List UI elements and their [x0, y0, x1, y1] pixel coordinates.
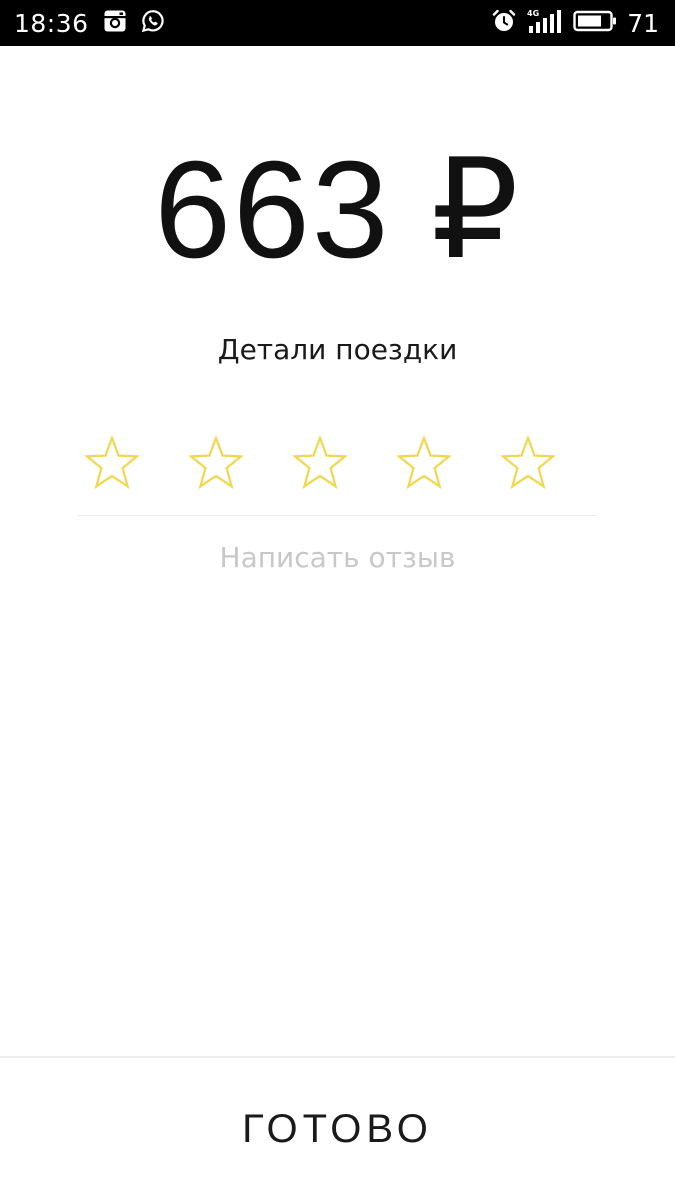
battery-level: 71 — [627, 8, 659, 38]
status-bar: 18:36 4G 71 — [0, 0, 675, 46]
trip-rating-screen: 18:36 4G 71 663 ₽ Детали поездки Написат… — [0, 0, 675, 1200]
star-3-icon[interactable] — [288, 432, 352, 496]
star-5-icon[interactable] — [496, 432, 560, 496]
rating-divider — [78, 515, 597, 516]
signal-icon: 4G — [527, 8, 563, 38]
network-type-label: 4G — [527, 9, 539, 18]
star-4-icon[interactable] — [392, 432, 456, 496]
star-1-icon[interactable] — [80, 432, 144, 496]
done-button[interactable]: ГОТОВО — [0, 1058, 675, 1200]
trip-price: 663 ₽ — [154, 133, 521, 287]
instagram-icon — [103, 9, 127, 37]
star-2-icon[interactable] — [184, 432, 248, 496]
alarm-icon — [491, 8, 517, 38]
whatsapp-icon — [141, 9, 165, 37]
status-left: 18:36 — [14, 0, 165, 46]
status-time: 18:36 — [14, 8, 89, 38]
status-right: 4G 71 — [481, 0, 659, 46]
battery-icon — [573, 9, 617, 37]
star-rating — [80, 432, 596, 502]
trip-details-link[interactable]: Детали поездки — [0, 330, 675, 370]
review-input[interactable]: Написать отзыв — [0, 537, 675, 579]
